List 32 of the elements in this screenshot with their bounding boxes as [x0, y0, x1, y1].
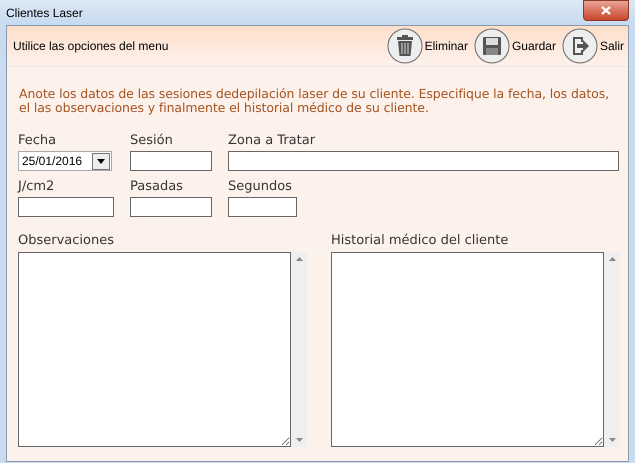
scroll-up-icon[interactable] — [296, 257, 302, 261]
field-label: Sesión — [130, 133, 174, 148]
text-field[interactable] — [130, 197, 212, 217]
text-field[interactable] — [228, 151, 619, 171]
exit-button[interactable]: Salir — [562, 28, 624, 64]
field-label: Historial médico del cliente — [331, 233, 510, 248]
date-picker[interactable]: 25/01/2016 — [18, 151, 112, 171]
field-label: Fecha — [18, 133, 58, 148]
save-button[interactable]: Guardar — [474, 28, 556, 64]
window-title: Clientes Laser — [6, 6, 83, 20]
delete-button[interactable]: Eliminar — [386, 28, 468, 64]
exit-icon — [562, 28, 598, 64]
instructions-text: Anote los datos de las sesiones dedepilación laser de su cliente. Especifique la fecha, los datos, el las observaciones y finalmente el historial médico de su cliente. — [19, 87, 610, 115]
text-field[interactable] — [228, 197, 297, 217]
field-label: Zona a Tratar — [228, 133, 316, 148]
scrollbar[interactable] — [604, 252, 620, 447]
field-label: Pasadas — [130, 179, 184, 194]
field-label: Segundos — [228, 179, 293, 194]
scroll-down-icon[interactable] — [296, 438, 302, 442]
close-button[interactable] — [583, 0, 629, 21]
scroll-down-icon[interactable] — [608, 438, 616, 442]
field-label: Observaciones — [18, 233, 115, 248]
scroll-up-icon[interactable] — [608, 257, 616, 261]
field-label: J/cm2 — [18, 179, 56, 194]
toolbar-hint: Utilice las opciones del menu — [13, 39, 170, 53]
text-field[interactable] — [18, 197, 114, 217]
floppy-disk-icon — [474, 28, 510, 64]
scrollbar[interactable] — [291, 252, 307, 447]
trash-icon — [386, 28, 423, 64]
text-field[interactable] — [130, 151, 212, 171]
dropdown-arrow-icon — [97, 158, 105, 164]
close-icon — [601, 6, 611, 15]
